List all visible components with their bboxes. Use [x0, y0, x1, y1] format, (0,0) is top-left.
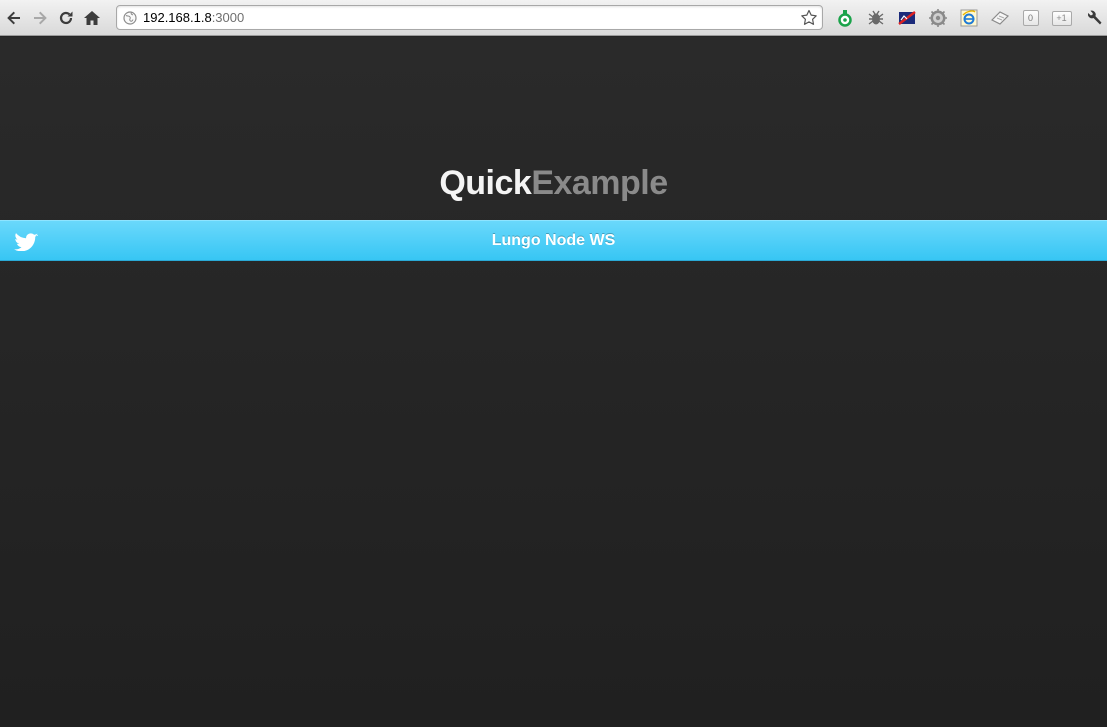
home-icon[interactable] [79, 5, 105, 31]
globe-icon [123, 10, 137, 25]
bug-extension-icon[interactable] [860, 6, 891, 30]
gear-extension-icon[interactable] [922, 6, 953, 30]
app-page: QuickExample Lungo Node WS [0, 37, 1107, 727]
forward-arrow-icon[interactable] [27, 5, 53, 31]
counter-badge: 0 [1022, 10, 1039, 26]
logo-quick: Quick [439, 164, 532, 202]
counter-badge-icon[interactable]: 0 [1015, 6, 1046, 30]
url-text[interactable]: 192.168.1.8:3000 [143, 10, 244, 25]
paper-extension-icon[interactable] [984, 6, 1015, 30]
ie-tab-icon[interactable] [953, 6, 984, 30]
green-extension-icon[interactable] [829, 6, 860, 30]
flag-extension-icon[interactable] [891, 6, 922, 30]
back-arrow-icon[interactable] [1, 5, 27, 31]
url-port: :3000 [211, 10, 245, 25]
address-bar[interactable]: 192.168.1.8:3000 [116, 5, 823, 30]
app-logo: QuickExample [0, 164, 1107, 203]
twitter-bird-icon[interactable] [13, 231, 39, 251]
url-host: 192.168.1.8 [143, 10, 212, 25]
bookmark-star-icon[interactable] [800, 9, 818, 27]
wrench-icon[interactable] [1077, 6, 1107, 30]
reload-icon[interactable] [53, 5, 79, 31]
plus-one-label: +1 [1051, 10, 1072, 26]
logo-example: Example [531, 164, 668, 202]
extension-bar: 0 +1 [829, 5, 1107, 31]
plus-one-icon[interactable]: +1 [1046, 6, 1077, 30]
app-header-bar: Lungo Node WS [0, 220, 1107, 261]
header-title: Lungo Node WS [491, 232, 616, 249]
browser-toolbar: 192.168.1.8:3000 0 +1 [0, 0, 1107, 36]
